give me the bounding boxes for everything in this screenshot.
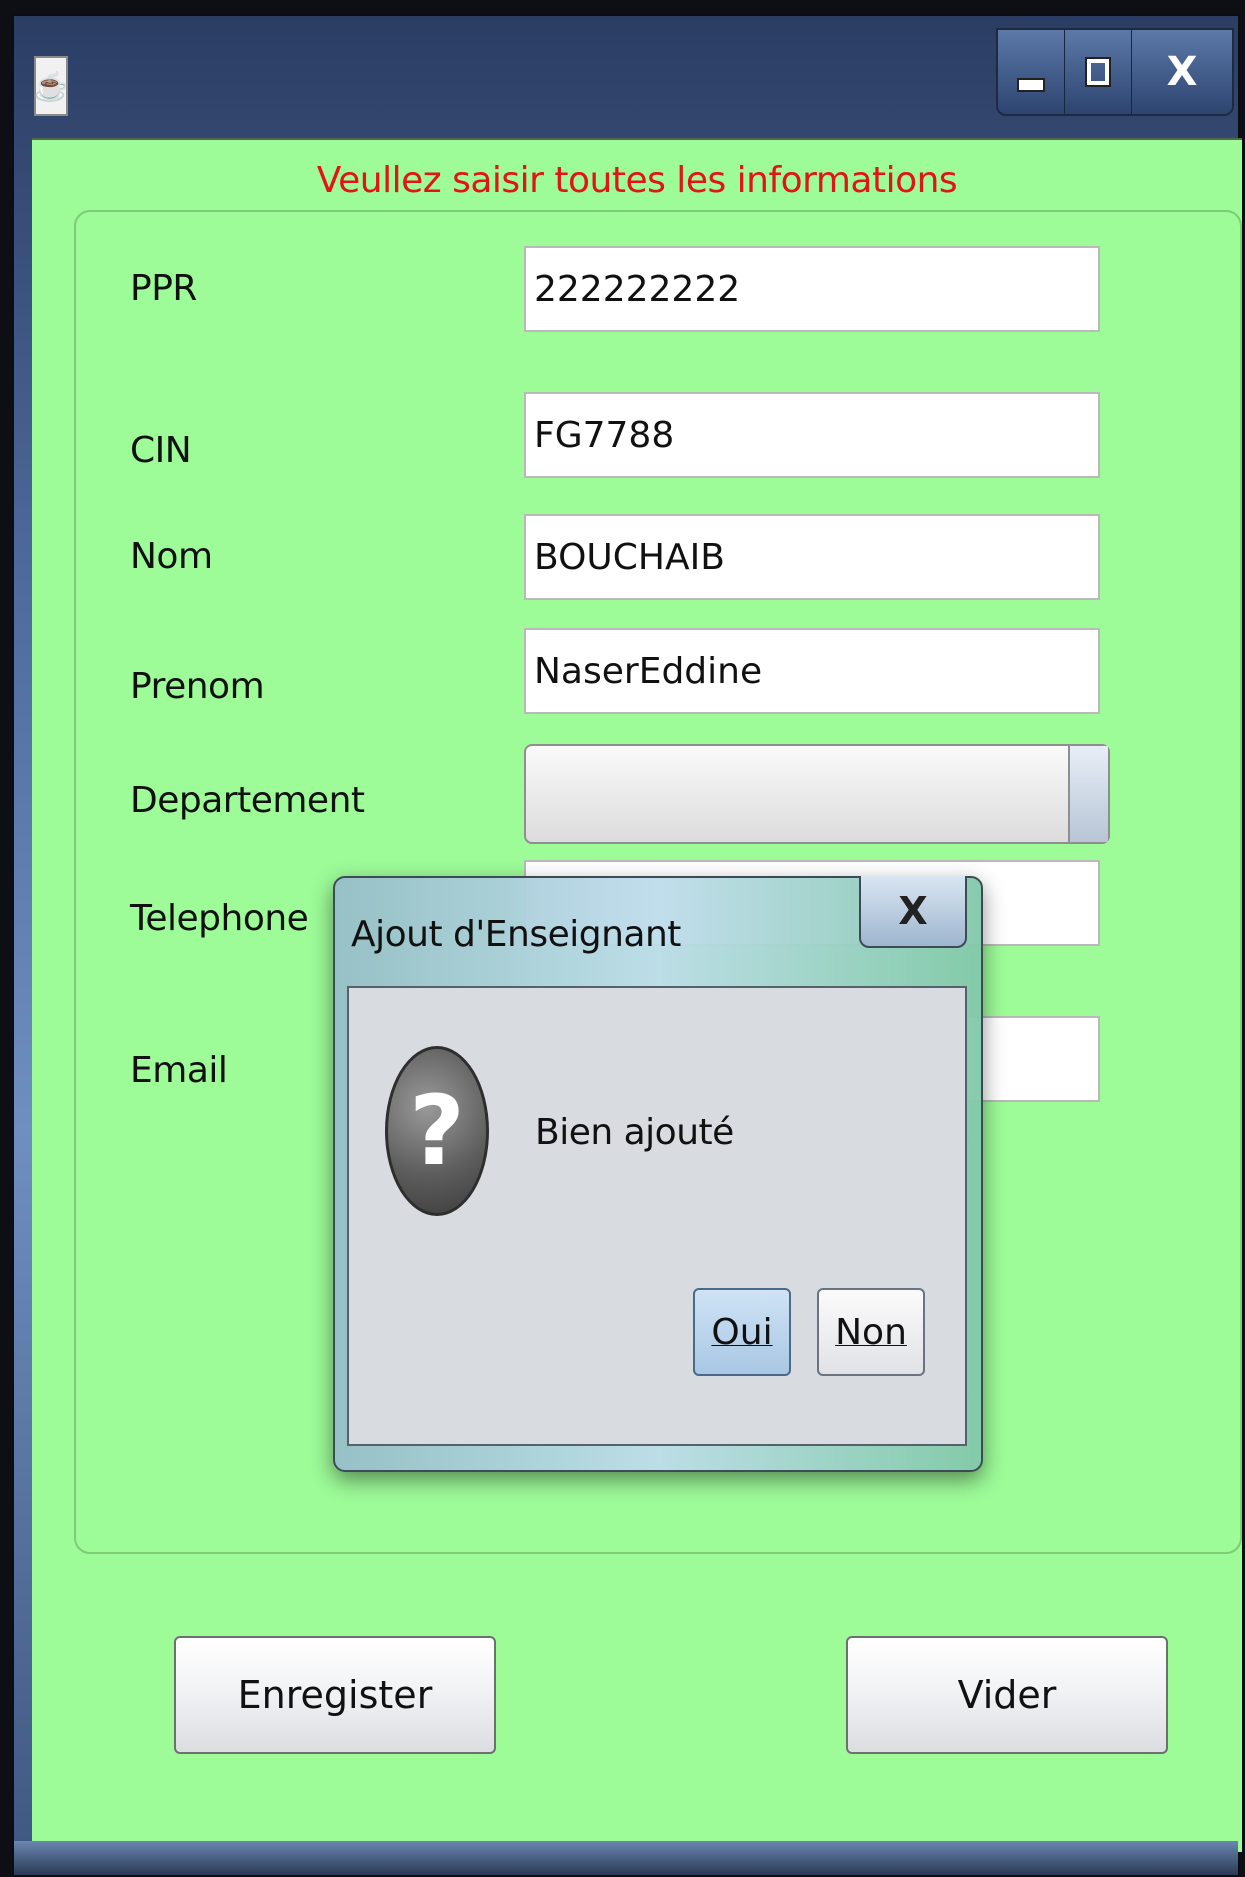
minimize-icon (1017, 78, 1045, 92)
nom-label: Nom (130, 536, 213, 577)
maximize-button[interactable] (1065, 30, 1132, 114)
prenom-label: Prenom (130, 666, 265, 707)
java-coffee-icon[interactable]: ☕ (34, 56, 68, 116)
yes-button[interactable]: Oui (693, 1288, 791, 1376)
no-button[interactable]: Non (817, 1288, 925, 1376)
dialog-body: ? Bien ajouté Oui Non (347, 986, 967, 1446)
email-label: Email (130, 1050, 228, 1091)
window-bottom-edge (14, 1841, 1238, 1875)
ppr-field[interactable] (524, 246, 1100, 332)
save-button[interactable]: Enregister (174, 1636, 496, 1754)
telephone-label: Telephone (130, 898, 309, 939)
window-titlebar[interactable]: ☕ X (14, 16, 1238, 136)
prenom-field[interactable] (524, 628, 1100, 714)
cin-label: CIN (130, 430, 192, 471)
close-button[interactable]: X (1132, 30, 1232, 114)
window-controls: X (996, 28, 1234, 116)
dialog-close-button[interactable]: X (859, 876, 967, 948)
departement-dropdown[interactable] (524, 744, 1110, 844)
nom-field[interactable] (524, 514, 1100, 600)
dialog-message: Bien ajouté (535, 1112, 734, 1153)
dialog-title: Ajout d'Enseignant (351, 914, 681, 955)
question-icon: ? (385, 1046, 489, 1216)
form-header-message: Veullez saisir toutes les informations (316, 160, 958, 201)
clear-button[interactable]: Vider (846, 1636, 1168, 1754)
cin-field[interactable] (524, 392, 1100, 478)
departement-label: Departement (130, 780, 365, 821)
chevron-down-icon[interactable] (1068, 746, 1108, 842)
maximize-icon (1085, 57, 1111, 87)
ppr-label: PPR (130, 268, 197, 309)
confirmation-dialog: Ajout d'Enseignant X ? Bien ajouté Oui N… (333, 876, 983, 1472)
minimize-button[interactable] (998, 30, 1065, 114)
